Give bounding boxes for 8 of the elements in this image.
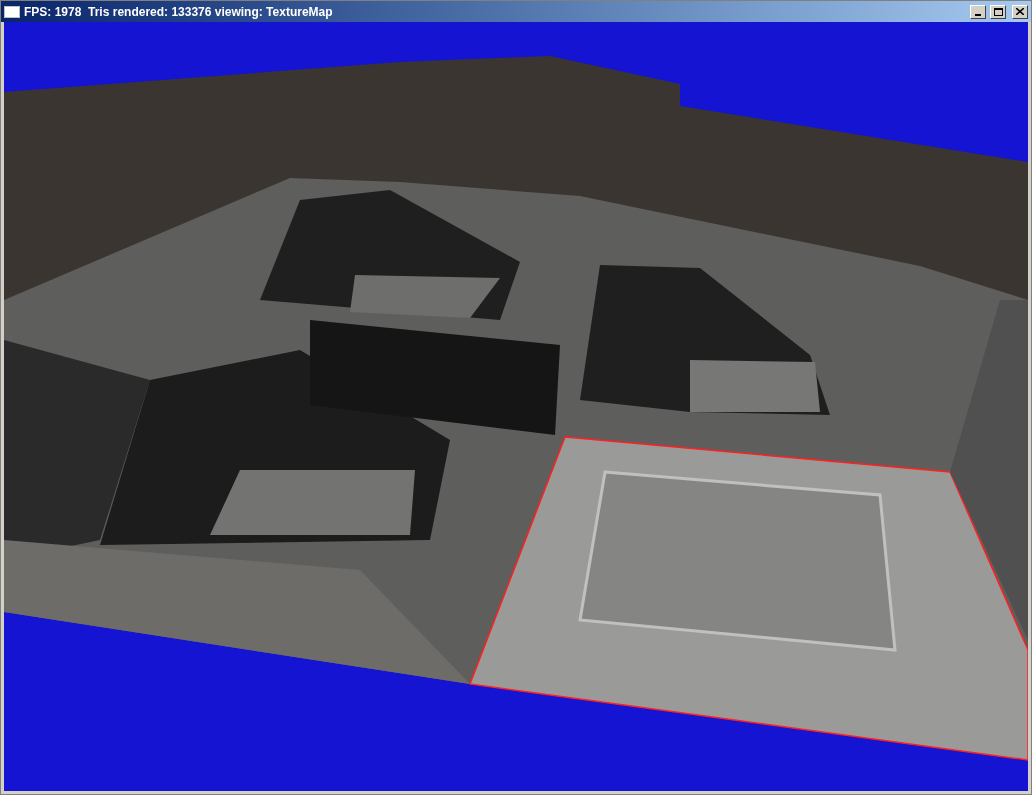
close-button[interactable] bbox=[1012, 4, 1028, 19]
window-title: FPS: 1978 Tris rendered: 133376 viewing: TextureMap bbox=[24, 3, 334, 21]
minimize-button[interactable] bbox=[970, 4, 986, 19]
maximize-icon bbox=[993, 7, 1003, 16]
minimize-icon bbox=[975, 13, 981, 16]
maximize-button[interactable] bbox=[990, 4, 1006, 19]
window-icon bbox=[4, 5, 20, 18]
close-icon bbox=[1016, 8, 1024, 15]
